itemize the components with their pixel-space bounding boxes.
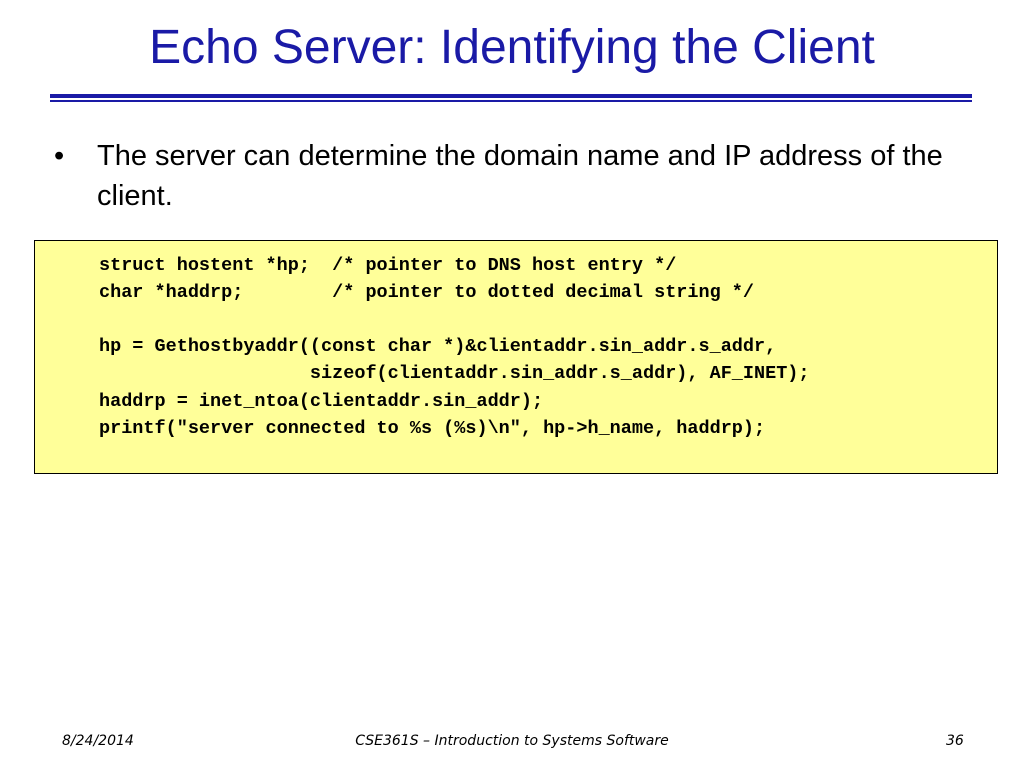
bullet-list: • The server can determine the domain na…	[50, 136, 950, 216]
code-line: struct hostent *hp; /* pointer to DNS ho…	[99, 255, 677, 276]
code-box: struct hostent *hp; /* pointer to DNS ho…	[34, 240, 998, 474]
title-divider-thick-line	[50, 94, 972, 98]
bullet-item: • The server can determine the domain na…	[50, 136, 950, 216]
code-line: haddrp = inet_ntoa(clientaddr.sin_addr);	[99, 391, 544, 412]
code-line: printf("server connected to %s (%s)\n", …	[99, 418, 766, 439]
code-line: char *haddrp; /* pointer to dotted decim…	[99, 282, 755, 303]
title-divider	[50, 94, 972, 102]
slide-title: Echo Server: Identifying the Client	[149, 21, 875, 74]
bullet-text: The server can determine the domain name…	[97, 140, 943, 212]
code-line: sizeof(clientaddr.sin_addr.s_addr), AF_I…	[99, 363, 810, 384]
footer-course-title: CSE361S – Introduction to Systems Softwa…	[355, 733, 669, 749]
title-divider-thin-line	[50, 100, 972, 102]
footer-page-number: 36	[946, 733, 964, 749]
bullet-marker: •	[54, 140, 65, 172]
code-line: hp = Gethostbyaddr((const char *)&client…	[99, 336, 777, 357]
